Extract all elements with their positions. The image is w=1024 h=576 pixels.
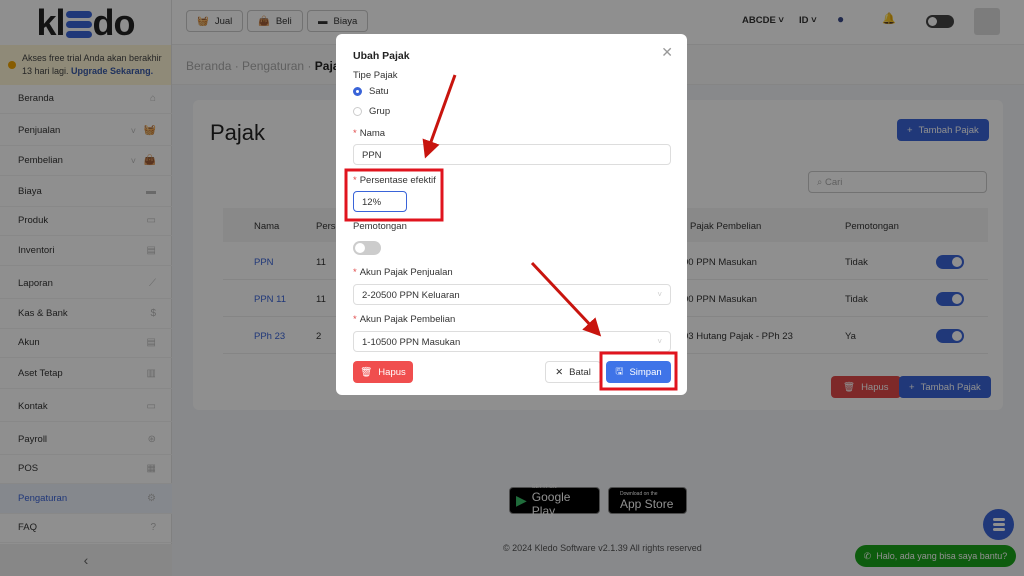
name-input[interactable]: PPN bbox=[353, 144, 671, 165]
close-icon[interactable]: ✕ bbox=[661, 44, 673, 61]
chevron-down-icon: ˅ bbox=[657, 337, 662, 346]
sales-account-select[interactable]: 2-20500 PPN Keluaran ˅ bbox=[353, 284, 671, 305]
save-icon: 🖫 bbox=[615, 366, 624, 377]
percent-label: * Persentase efektif bbox=[353, 175, 436, 186]
cancel-button[interactable]: ✕ Batal bbox=[545, 361, 601, 383]
name-label: * Nama bbox=[353, 128, 386, 139]
purchase-account-label: * Akun Pajak Pembelian bbox=[353, 314, 456, 325]
tax-type-label: Tipe Pajak bbox=[353, 70, 398, 81]
withholding-label: Pemotongan bbox=[353, 221, 407, 232]
trash-icon: 🗑 bbox=[360, 366, 373, 378]
purchase-account-select[interactable]: 1-10500 PPN Masukan ˅ bbox=[353, 331, 671, 352]
percent-input[interactable]: 12% bbox=[353, 191, 407, 212]
modal-title: Ubah Pajak bbox=[353, 50, 410, 62]
radio-satu[interactable]: Satu bbox=[353, 86, 389, 97]
sales-account-label: * Akun Pajak Penjualan bbox=[353, 267, 453, 278]
modal-delete-button[interactable]: 🗑 Hapus bbox=[353, 361, 413, 383]
edit-tax-modal: Ubah Pajak ✕ Tipe Pajak Satu Grup * Nama … bbox=[336, 34, 687, 395]
withholding-toggle[interactable] bbox=[353, 241, 381, 255]
close-icon: ✕ bbox=[555, 366, 564, 378]
radio-grup[interactable]: Grup bbox=[353, 106, 390, 117]
save-button[interactable]: 🖫 Simpan bbox=[606, 361, 671, 383]
chevron-down-icon: ˅ bbox=[657, 290, 662, 299]
